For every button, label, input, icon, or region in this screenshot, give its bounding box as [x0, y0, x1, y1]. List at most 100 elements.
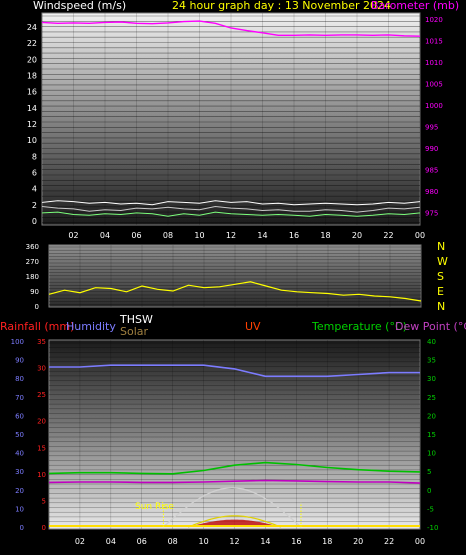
windspeed-tick-label: 22 — [27, 39, 37, 48]
windspeed-axis-label: Windspeed (m/s) — [33, 0, 126, 12]
x-tick-label: 00 — [415, 231, 425, 240]
temperature-tick-label: 20 — [427, 412, 436, 420]
windspeed-tick-label: 4 — [32, 185, 37, 194]
humidity-tick-label: 50 — [15, 431, 24, 439]
temperature-tick-label: -10 — [427, 524, 438, 532]
compass-label: W — [437, 255, 448, 268]
humidity-axis: 0 10 20 30 40 50 60 70 80 90 100 — [11, 338, 24, 532]
barometer-tick-label: 1020 — [425, 16, 443, 24]
temperature-tick-label: -5 — [427, 505, 434, 513]
barometer-tick-label: 1005 — [425, 80, 443, 88]
x-tick-label: 20 — [353, 537, 363, 546]
x-tick-label: 04 — [100, 231, 110, 240]
direction-tick-label: 270 — [26, 258, 39, 266]
x-tick-label: 12 — [226, 231, 236, 240]
barometer-axis-label: Barometer (mb) — [371, 0, 459, 12]
compass-label: N — [437, 240, 445, 253]
compass-label: S — [437, 270, 444, 283]
solar-legend: Solar — [120, 325, 149, 338]
x-tick-label: 20 — [352, 231, 362, 240]
rainfall-tick-label: 20 — [37, 418, 46, 426]
temperature-axis: -10 -5 0 5 10 15 20 25 30 35 40 — [427, 338, 438, 532]
windspeed-tick-label: 16 — [27, 88, 37, 97]
windspeed-tick-label: 10 — [27, 136, 37, 145]
windspeed-tick-label: 12 — [27, 120, 37, 129]
direction-tick-label: 180 — [26, 273, 39, 281]
temperature-tick-label: 25 — [427, 394, 436, 402]
rainfall-tick-label: 35 — [37, 338, 46, 346]
barometer-tick-label: 975 — [425, 209, 438, 217]
x-tick-label: 02 — [68, 231, 78, 240]
windspeed-tick-label: 20 — [27, 55, 37, 64]
x-tick-label: 18 — [320, 231, 330, 240]
rainfall-tick-label: 25 — [37, 391, 46, 399]
temperature-tick-label: 15 — [427, 431, 436, 439]
humidity-legend: Humidity — [66, 320, 116, 333]
direction-axis: 0 90 180 270 360 — [26, 243, 39, 311]
windspeed-tick-label: 0 — [32, 217, 37, 226]
temperature-legend: Temperature (°C) — [311, 320, 407, 333]
barometer-tick-label: 1000 — [425, 102, 443, 110]
compass-label: N — [437, 300, 445, 313]
barometer-tick-label: 1015 — [425, 37, 443, 45]
rainfall-tick-label: 15 — [37, 444, 46, 452]
rainfall-tick-label: 10 — [37, 471, 46, 479]
x-tick-label: 18 — [322, 537, 332, 546]
x-tick-label: 16 — [289, 231, 299, 240]
windspeed-axis: 024681012141618202224 — [27, 23, 37, 226]
x-tick-label: 10 — [194, 231, 204, 240]
x-tick-label: 06 — [137, 537, 147, 546]
humidity-tick-label: 60 — [15, 412, 24, 420]
uv-legend: UV — [245, 320, 261, 333]
temperature-tick-label: 35 — [427, 357, 436, 365]
humidity-tick-label: 0 — [20, 524, 24, 532]
temperature-tick-label: 30 — [427, 375, 436, 383]
x-tick-label: 22 — [383, 231, 393, 240]
barometer-tick-label: 995 — [425, 123, 438, 131]
barometer-tick-label: 990 — [425, 145, 438, 153]
sunrise-label: Sun Rise — [135, 502, 174, 512]
rainfall-tick-label: 5 — [42, 497, 46, 505]
humidity-tick-label: 40 — [15, 450, 24, 458]
temperature-tick-label: 5 — [427, 468, 431, 476]
compass-axis: NWSEN — [437, 240, 448, 313]
humidity-tick-label: 80 — [15, 375, 24, 383]
rainfall-tick-label: 0 — [42, 524, 46, 532]
temperature-tick-label: 10 — [427, 450, 436, 458]
x-tick-label: 16 — [291, 537, 301, 546]
temperature-tick-label: 40 — [427, 338, 436, 346]
windspeed-tick-label: 2 — [32, 201, 37, 210]
windspeed-tick-label: 18 — [27, 72, 37, 81]
compass-label: E — [437, 285, 444, 298]
x-tick-label: 06 — [131, 231, 141, 240]
direction-tick-label: 0 — [35, 303, 39, 311]
x-tick-label: 08 — [168, 537, 178, 546]
chart-title: 24 hour graph day : 13 November 2024 — [172, 0, 391, 12]
x-tick-label: 08 — [163, 231, 173, 240]
x-tick-label: 22 — [384, 537, 394, 546]
dew-point-legend: Dew Point (°C) — [395, 320, 466, 333]
temperature-panel-x-axis: 02 04 06 08 10 12 14 16 18 20 22 00 — [75, 537, 425, 546]
wind-panel-x-axis: 02 04 06 08 10 12 14 16 18 20 22 00 — [68, 231, 425, 240]
direction-tick-label: 360 — [26, 243, 39, 251]
x-tick-label: 12 — [229, 537, 239, 546]
humidity-tick-label: 20 — [15, 487, 24, 495]
barometer-axis: 975 980 985 990 995 1000 1005 1010 1015 1020 — [425, 16, 443, 217]
x-tick-label: 14 — [257, 231, 267, 240]
barometer-tick-label: 1010 — [425, 59, 443, 67]
barometer-tick-label: 980 — [425, 188, 438, 196]
windspeed-tick-label: 14 — [27, 104, 37, 113]
rainfall-legend: Rainfall (mm) — [0, 320, 74, 333]
humidity-tick-label: 70 — [15, 394, 24, 402]
rainfall-axis: 0 5 10 15 20 25 30 35 — [37, 338, 46, 532]
x-tick-label: 14 — [260, 537, 270, 546]
windspeed-tick-label: 6 — [32, 169, 37, 178]
rainfall-tick-label: 30 — [37, 365, 46, 373]
x-tick-label: 00 — [415, 537, 425, 546]
x-tick-label: 02 — [75, 537, 85, 546]
humidity-tick-label: 100 — [11, 338, 24, 346]
humidity-tick-label: 10 — [15, 505, 24, 513]
windspeed-tick-label: 8 — [32, 152, 37, 161]
humidity-tick-label: 30 — [15, 468, 24, 476]
x-tick-label: 10 — [198, 537, 208, 546]
